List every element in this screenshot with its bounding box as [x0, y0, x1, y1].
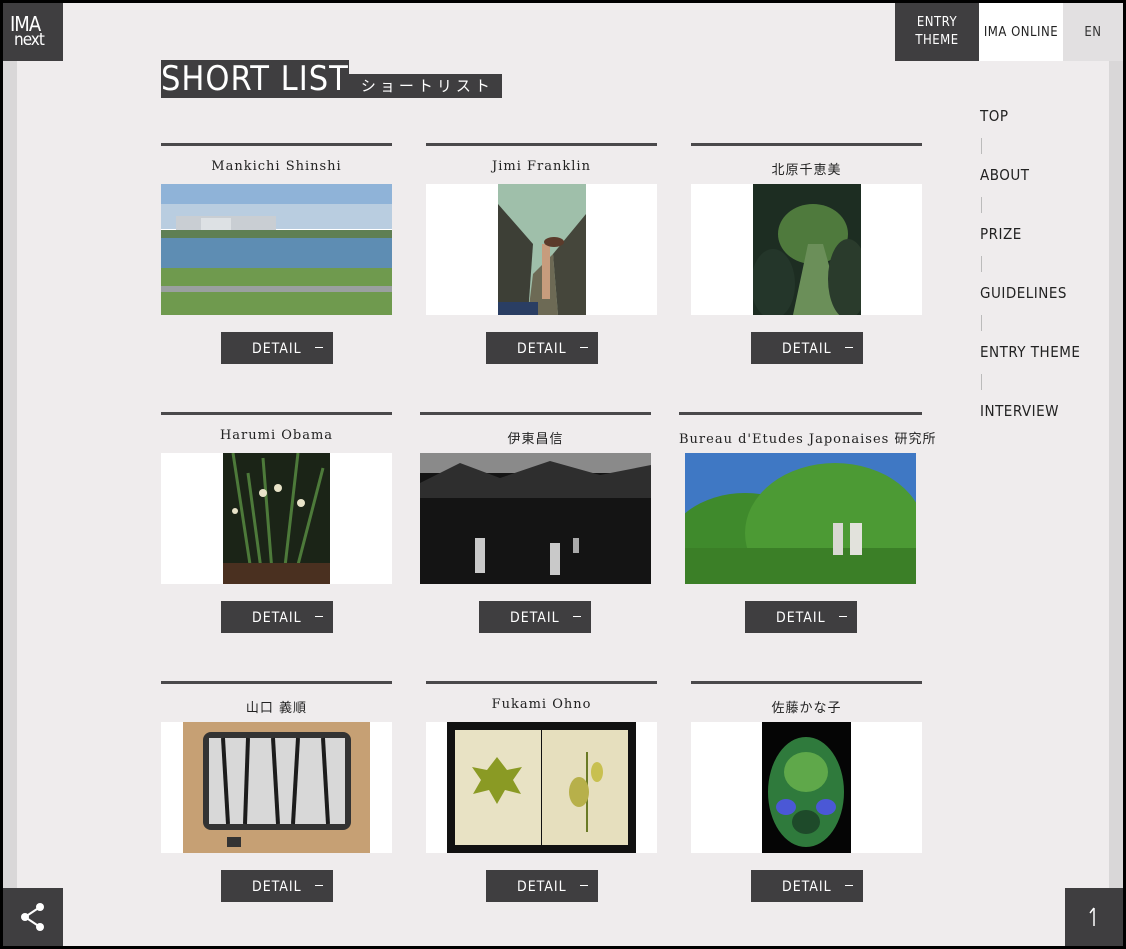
entry-card: Fukami Ohno DETAIL — [426, 681, 657, 902]
detail-button-label: DETAIL — [252, 610, 302, 626]
dash-icon — [580, 885, 588, 886]
detail-button[interactable]: DETAIL — [221, 332, 333, 364]
entry-card: Bureau d'Etudes Japonaises 研究所 DETAIL — [679, 412, 937, 633]
entry-photo[interactable] — [161, 453, 392, 584]
entry-name: Harumi Obama — [219, 428, 334, 443]
detail-button[interactable]: DETAIL — [751, 332, 863, 364]
entry-name: Mankichi Shinshi — [211, 159, 342, 174]
detail-button[interactable]: DETAIL — [486, 870, 598, 902]
nav-divider — [981, 256, 982, 272]
entry-name: 山口 義順 — [245, 701, 308, 716]
arrow-up-icon — [1089, 907, 1095, 926]
detail-button-label: DETAIL — [252, 341, 302, 357]
nav-interview[interactable]: INTERVIEW — [980, 402, 1080, 420]
detail-button-label: DETAIL — [517, 879, 567, 895]
detail-button-label: DETAIL — [252, 879, 302, 895]
dash-icon — [573, 616, 581, 617]
entry-theme-link[interactable]: ENTRY THEME — [895, 3, 979, 61]
back-to-top-button[interactable] — [1065, 888, 1123, 946]
entry-name: 北原千恵美 — [771, 163, 842, 178]
entry-card: 佐藤かな子 DETAIL — [691, 681, 922, 902]
card-divider — [161, 412, 392, 415]
dark-valley-figures-image — [420, 453, 651, 584]
card-divider — [426, 681, 657, 684]
green-bushes-people-image — [685, 453, 916, 584]
forest-path-image — [753, 184, 861, 315]
dandelion-plant-image — [223, 453, 330, 584]
entry-card: Mankichi Shinshi DETAIL — [161, 143, 392, 364]
entry-photo[interactable] — [426, 184, 657, 315]
entry-card: Harumi Obama DETAIL — [161, 412, 392, 633]
detail-button[interactable]: DETAIL — [751, 870, 863, 902]
detail-button[interactable]: DETAIL — [221, 601, 333, 633]
detail-button[interactable]: DETAIL — [479, 601, 591, 633]
top-nav: ENTRY THEME IMA ONLINE EN — [895, 3, 1123, 61]
dash-icon — [845, 347, 853, 348]
entry-card: 北原千恵美 DETAIL — [691, 143, 922, 364]
card-divider — [161, 143, 392, 146]
entry-photo[interactable] — [691, 184, 922, 315]
dash-icon — [315, 616, 323, 617]
dash-icon — [839, 616, 847, 617]
entry-card: 伊東昌信 DETAIL — [420, 412, 651, 633]
nav-divider — [981, 138, 982, 154]
ima-online-link[interactable]: IMA ONLINE — [979, 3, 1063, 61]
snow-trees-print-image — [183, 722, 370, 853]
pressed-leaves-book-image — [447, 722, 636, 853]
card-divider — [420, 412, 651, 415]
entry-photo[interactable] — [161, 184, 392, 315]
dash-icon — [315, 347, 323, 348]
entry-name: 佐藤かな子 — [771, 701, 842, 716]
detail-button-label: DETAIL — [510, 610, 560, 626]
card-divider — [691, 681, 922, 684]
entry-card: 山口 義順 DETAIL — [161, 681, 392, 902]
nav-divider — [981, 315, 982, 331]
nav-divider — [981, 374, 982, 390]
detail-button-label: DETAIL — [782, 879, 832, 895]
dash-icon — [315, 885, 323, 886]
card-divider — [679, 412, 922, 415]
entry-photo[interactable] — [420, 453, 651, 584]
entry-name: Bureau d'Etudes Japonaises 研究所 — [679, 432, 937, 447]
entry-photo[interactable] — [161, 722, 392, 853]
entry-name: Fukami Ohno — [491, 697, 592, 712]
mirrored-pattern-image — [762, 722, 851, 853]
nav-prize[interactable]: PRIZE — [980, 225, 1080, 243]
nav-guidelines[interactable]: GUIDELINES — [980, 284, 1080, 302]
river-landscape-image — [161, 184, 392, 315]
detail-button-label: DETAIL — [517, 341, 567, 357]
entry-photo[interactable] — [685, 453, 916, 584]
share-button[interactable] — [3, 888, 63, 946]
detail-button[interactable]: DETAIL — [221, 870, 333, 902]
page-title: SHORT LIST ショートリスト — [161, 60, 502, 98]
detail-button[interactable]: DETAIL — [745, 601, 857, 633]
page-title-sub: ショートリスト — [348, 74, 502, 98]
nav-about[interactable]: ABOUT — [980, 166, 1080, 184]
detail-button[interactable]: DETAIL — [486, 332, 598, 364]
card-divider — [691, 143, 922, 146]
entry-photo[interactable] — [426, 722, 657, 853]
detail-button-label: DETAIL — [782, 341, 832, 357]
card-divider — [161, 681, 392, 684]
card-divider — [426, 143, 657, 146]
detail-button-label: DETAIL — [776, 610, 826, 626]
side-nav: TOP ABOUT PRIZE GUIDELINES ENTRY THEME I… — [980, 107, 1080, 420]
page-title-main: SHORT LIST — [161, 59, 349, 99]
entry-name: Jimi Franklin — [492, 159, 591, 174]
bird-on-hand-image — [498, 184, 586, 315]
logo-line-2: next — [14, 30, 45, 50]
share-icon — [21, 903, 44, 931]
nav-top[interactable]: TOP — [980, 107, 1080, 125]
entry-name: 伊東昌信 — [507, 432, 564, 447]
language-en-link[interactable]: EN — [1063, 3, 1123, 61]
page-frame: IMA next ENTRY THEME IMA ONLINE EN SHORT… — [3, 3, 1123, 946]
dash-icon — [580, 347, 588, 348]
dash-icon — [845, 885, 853, 886]
nav-divider — [981, 197, 982, 213]
nav-entry-theme[interactable]: ENTRY THEME — [980, 343, 1080, 361]
entry-photo[interactable] — [691, 722, 922, 853]
entry-card: Jimi Franklin DETAIL — [426, 143, 657, 364]
ima-next-logo[interactable]: IMA next — [3, 3, 63, 61]
